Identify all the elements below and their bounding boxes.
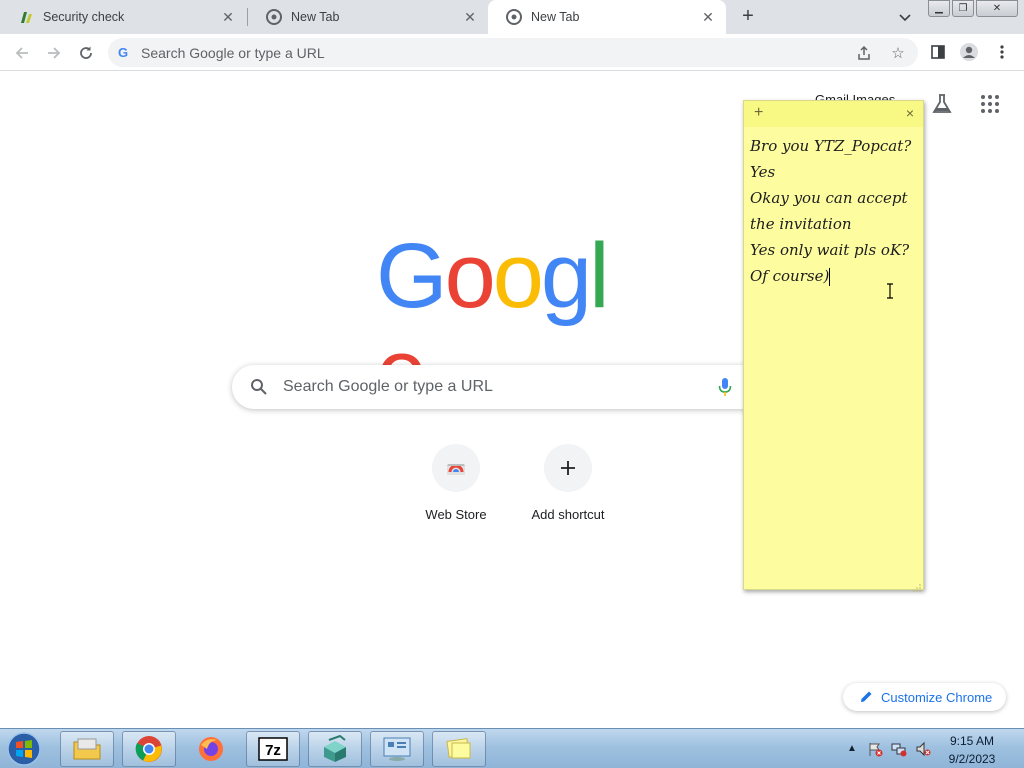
clock-date: 9/2/2023	[948, 752, 996, 766]
clock-time: 9:15 AM	[949, 734, 995, 748]
logo-letter: l	[589, 225, 610, 327]
back-arrow-icon	[15, 47, 28, 59]
profile-avatar-icon[interactable]	[958, 41, 980, 63]
shortcut-label: Add shortcut	[531, 507, 605, 522]
note-line: the invitation	[750, 215, 852, 233]
taskbar-package[interactable]	[308, 731, 362, 767]
tab-title: Security check	[43, 10, 125, 24]
forward-arrow-icon	[48, 47, 61, 59]
sticky-note-text-area[interactable]: Bro you YTZ_Popcat? Yes Okay you can acc…	[744, 127, 923, 289]
7zip-icon: 7z	[258, 737, 288, 761]
minimize-button[interactable]: ▁	[928, 0, 950, 17]
note-line: Bro you YTZ_Popcat?	[750, 137, 912, 155]
system-tray: ▲ 9:15 AM 9/2/2023	[840, 729, 1024, 768]
chrome-favicon-icon	[266, 9, 282, 25]
omnibox[interactable]: G ☆	[108, 38, 918, 67]
google-g-icon: G	[118, 45, 129, 60]
chrome-favicon-icon	[506, 9, 522, 25]
google-apps-grid-icon[interactable]	[980, 94, 1000, 114]
google-logo: Google	[376, 225, 648, 420]
start-button[interactable]	[4, 731, 44, 767]
taskbar-explorer[interactable]	[60, 731, 114, 767]
browser-toolbar: G ☆	[0, 34, 1024, 71]
taskbar-control-panel[interactable]	[370, 731, 424, 767]
shortcut-web-store[interactable]: Web Store	[400, 444, 512, 534]
show-hidden-icons-chevron-icon[interactable]: ▲	[844, 741, 860, 757]
tab-security-check[interactable]: Security check ✕	[0, 0, 246, 34]
search-icon	[250, 378, 268, 396]
close-icon[interactable]: ✕	[700, 9, 716, 25]
taskbar-clock[interactable]: 9:15 AM 9/2/2023	[942, 733, 1002, 767]
shortcut-add[interactable]: Add shortcut	[512, 444, 624, 534]
close-icon[interactable]: ✕	[462, 9, 478, 25]
folder-icon	[73, 738, 101, 760]
omnibox-input[interactable]	[141, 38, 821, 67]
tab-new-tab-1[interactable]: New Tab ✕	[248, 0, 488, 34]
sticky-note-header[interactable]: + ×	[744, 101, 923, 127]
new-note-plus-icon[interactable]: +	[754, 104, 763, 122]
resize-grip-icon[interactable]	[913, 579, 921, 592]
note-line: Of course)	[750, 267, 830, 285]
tab-new-tab-2[interactable]: New Tab ✕	[488, 0, 726, 34]
note-line: Okay you can accept	[750, 189, 908, 207]
reload-button[interactable]	[74, 41, 98, 65]
logo-letter: g	[540, 225, 592, 327]
web-store-icon	[432, 444, 480, 492]
voice-search-mic-icon[interactable]	[717, 377, 733, 397]
share-icon[interactable]	[853, 42, 875, 64]
volume-muted-icon[interactable]	[915, 741, 931, 757]
add-plus-icon	[544, 444, 592, 492]
pencil-icon	[859, 690, 873, 704]
customize-chrome-button[interactable]: Customize Chrome	[843, 683, 1006, 711]
tab-title: New Tab	[531, 10, 580, 24]
ibeam-cursor-icon	[886, 283, 894, 299]
note-line: Yes	[750, 163, 776, 181]
taskbar-sticky-notes[interactable]	[432, 731, 486, 767]
tab-search-chevron-icon[interactable]	[895, 7, 915, 27]
close-icon[interactable]: ✕	[220, 9, 236, 25]
forward-button[interactable]	[42, 41, 66, 65]
customize-label: Customize Chrome	[881, 689, 993, 705]
menu-kebab-icon[interactable]	[991, 41, 1013, 63]
window-close-button[interactable]: ✕	[976, 0, 1018, 17]
taskbar-7zip[interactable]: 7z	[246, 731, 300, 767]
restore-button[interactable]: ❐	[952, 0, 974, 17]
windows-taskbar: 7z ▲ 9:15 AM 9/2/2023	[0, 728, 1024, 768]
new-tab-button[interactable]: +	[736, 5, 760, 29]
control-panel-icon	[383, 737, 411, 761]
firefox-icon	[199, 737, 223, 761]
package-icon	[324, 735, 346, 762]
network-icon[interactable]	[891, 741, 907, 757]
back-button[interactable]	[10, 41, 34, 65]
chrome-icon	[135, 736, 162, 762]
logo-letter: o	[444, 225, 496, 327]
security-favicon-icon	[18, 9, 34, 25]
bookmark-star-icon[interactable]: ☆	[887, 42, 909, 64]
logo-letter: G	[376, 225, 448, 327]
tab-title: New Tab	[291, 10, 340, 24]
taskbar-firefox[interactable]	[184, 731, 238, 767]
reload-icon	[80, 46, 92, 59]
text-caret	[829, 268, 831, 286]
note-line: Yes only wait pls oK?	[750, 241, 910, 259]
logo-letter: o	[492, 225, 544, 327]
shortcut-label: Web Store	[425, 507, 487, 522]
sticky-note-window[interactable]: + × Bro you YTZ_Popcat? Yes Okay you can…	[743, 100, 924, 592]
close-note-icon[interactable]: ×	[906, 105, 914, 121]
ntp-search-box[interactable]	[232, 365, 792, 409]
tab-strip: Security check ✕ New Tab ✕ New Tab ✕ + ▁…	[0, 0, 1024, 34]
svg-text:7z: 7z	[265, 742, 281, 759]
side-panel-icon[interactable]	[927, 41, 949, 63]
ntp-search-input[interactable]	[283, 365, 703, 409]
sticky-notes-icon	[446, 738, 471, 759]
labs-flask-icon[interactable]	[930, 92, 954, 116]
taskbar-chrome[interactable]	[122, 731, 176, 767]
action-center-flag-icon[interactable]	[867, 741, 883, 757]
